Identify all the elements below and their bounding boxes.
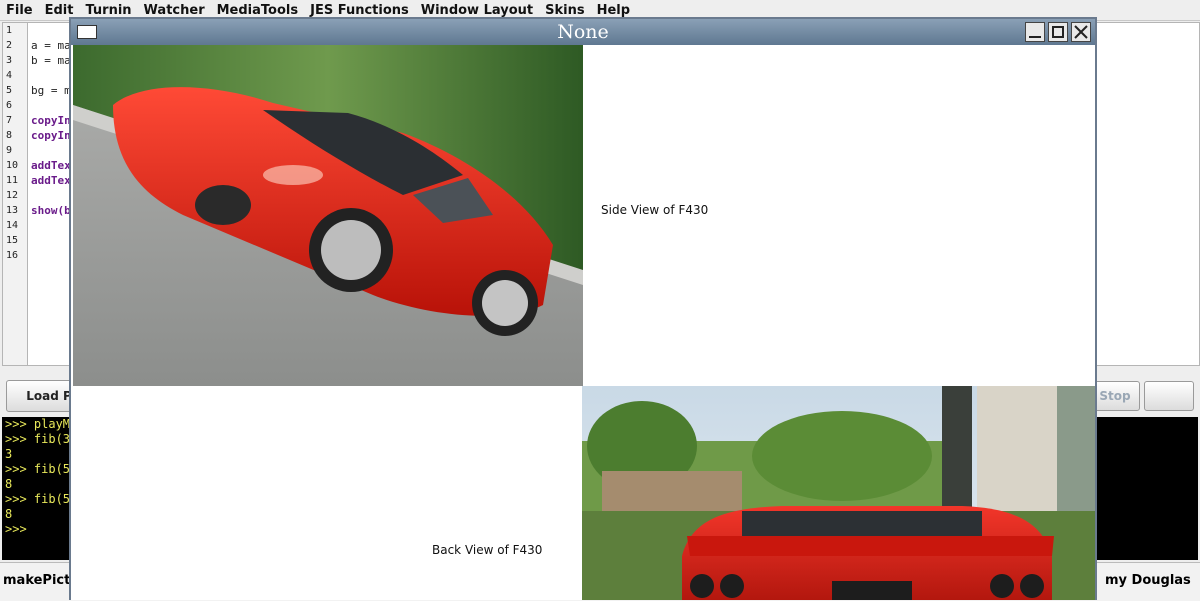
- menu-item-skins[interactable]: Skins: [539, 3, 590, 18]
- line-number: 10: [6, 160, 19, 171]
- line-number: 7: [6, 115, 13, 126]
- minimize-icon[interactable]: [1025, 22, 1045, 42]
- code-line: show(b: [31, 204, 71, 217]
- blank-button[interactable]: [1144, 381, 1194, 411]
- line-number: 2: [6, 40, 13, 51]
- line-number: 3: [6, 55, 13, 66]
- code-line: b = ma: [31, 54, 71, 67]
- line-number: 8: [6, 130, 13, 141]
- code-area[interactable]: a = ma b = ma bg = m copyIn copyIn addTex addT…: [31, 23, 71, 263]
- menu-item-mediatools[interactable]: MediaTools: [211, 3, 305, 18]
- menu-item-jes-functions[interactable]: JES Functions: [304, 3, 415, 18]
- line-number-gutter: 1 2 3 4 5 6 7 8 9 10 11 12 13 14 15 16: [3, 23, 28, 365]
- picture-window[interactable]: None Side View of F430 Back View of F430: [69, 17, 1097, 600]
- picture-canvas: Side View of F430 Back View of F430: [71, 45, 1095, 600]
- menu-item-file[interactable]: File: [0, 3, 39, 18]
- code-line: copyIn: [31, 114, 71, 127]
- line-number: 5: [6, 85, 13, 96]
- code-line: copyIn: [31, 129, 71, 142]
- line-number: 16: [6, 250, 19, 261]
- stop-button[interactable]: Stop: [1090, 381, 1140, 411]
- line-number: 13: [6, 205, 19, 216]
- line-number: 12: [6, 190, 19, 201]
- side-view-caption: Side View of F430: [601, 203, 709, 217]
- line-number: 11: [6, 175, 19, 186]
- back-view-caption: Back View of F430: [432, 543, 543, 557]
- line-number: 6: [6, 100, 13, 111]
- menu-item-help[interactable]: Help: [591, 3, 636, 18]
- status-right-text: my Douglas: [1105, 573, 1191, 588]
- line-number: 14: [6, 220, 19, 231]
- line-number: 15: [6, 235, 19, 246]
- line-number: 1: [6, 25, 13, 36]
- code-line: addTex: [31, 159, 71, 172]
- back-view-photo: [582, 386, 1095, 600]
- close-icon[interactable]: [1071, 22, 1091, 42]
- code-line: a = ma: [31, 39, 71, 52]
- menu-item-window-layout[interactable]: Window Layout: [415, 3, 539, 18]
- code-line: bg = m: [31, 84, 71, 97]
- line-number: 9: [6, 145, 13, 156]
- window-titlebar[interactable]: None: [71, 19, 1095, 45]
- menu-item-turnin[interactable]: Turnin: [79, 3, 137, 18]
- menu-item-edit[interactable]: Edit: [39, 3, 80, 18]
- side-view-photo: [73, 45, 583, 386]
- window-title: None: [557, 21, 609, 43]
- menu-item-watcher[interactable]: Watcher: [138, 3, 211, 18]
- code-line: addTex: [31, 174, 71, 187]
- line-number: 4: [6, 70, 13, 81]
- maximize-icon[interactable]: [1048, 22, 1068, 42]
